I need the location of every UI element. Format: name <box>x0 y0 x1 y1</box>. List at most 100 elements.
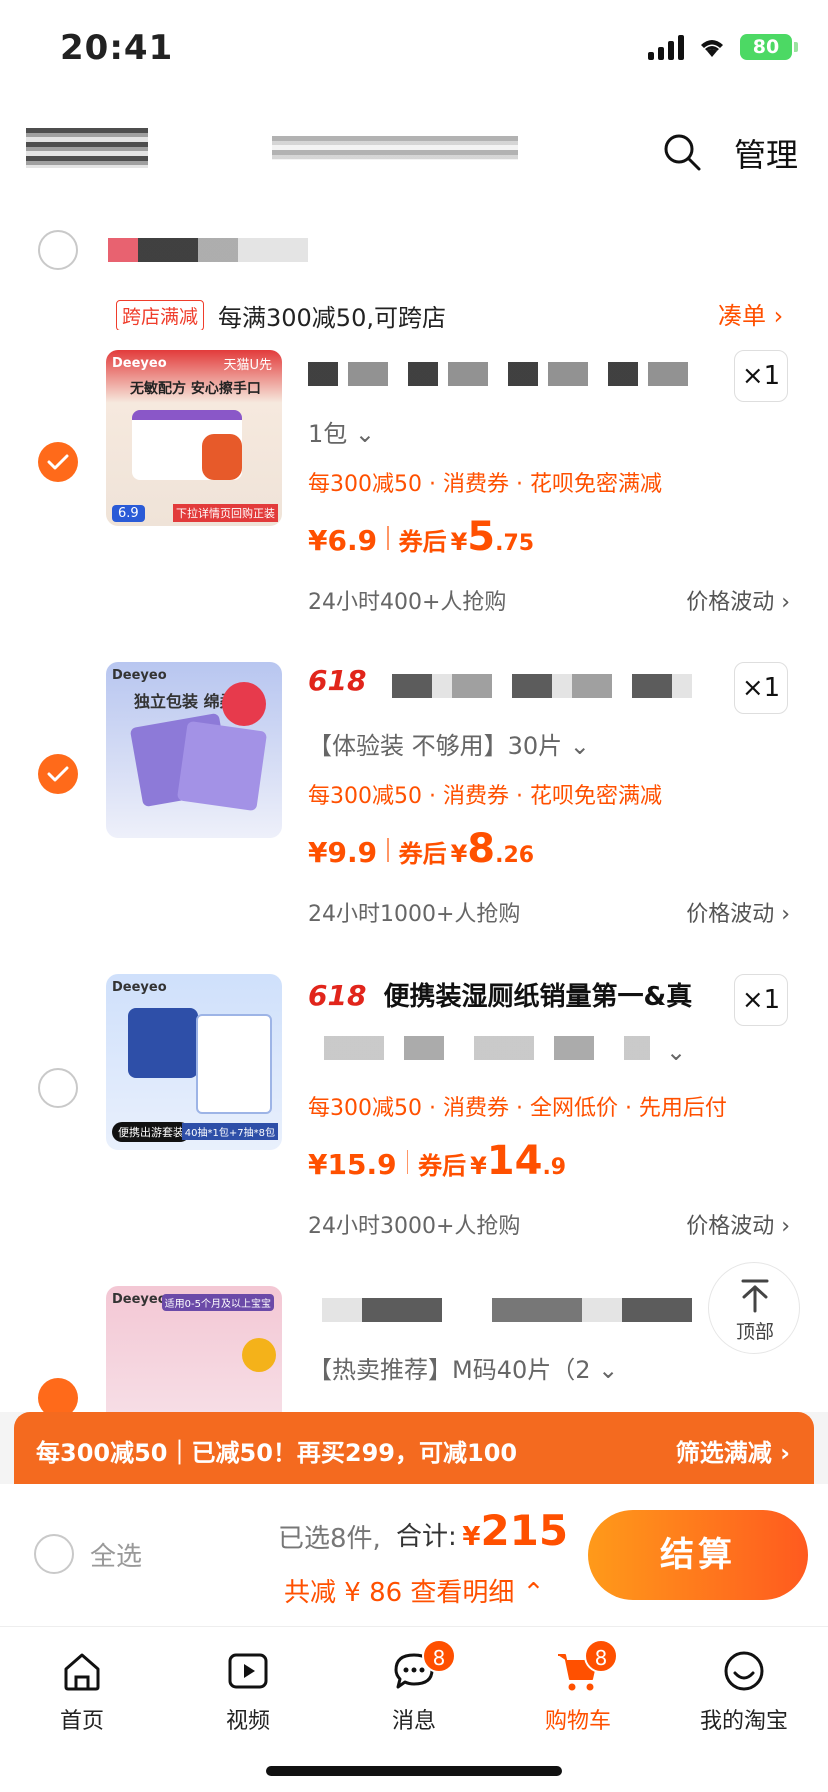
after-coupon-price-int: 14 <box>486 1138 543 1184</box>
product-image-brand: Deeyeo <box>112 1292 167 1307</box>
tab-profile[interactable]: 我的淘宝 <box>684 1639 804 1739</box>
product-title[interactable] <box>308 1288 728 1332</box>
tab-messages[interactable]: 8 消息 <box>354 1639 474 1739</box>
after-coupon-label: 券后 <box>418 1152 467 1180</box>
tab-messages-label: 消息 <box>391 1709 436 1734</box>
product-spec-redacted <box>324 1036 650 1060</box>
product-image-brand: Deeyeo <box>112 356 167 371</box>
product-spec-selector[interactable]: 1包 ⌄ <box>308 414 375 449</box>
product-title[interactable] <box>308 352 728 396</box>
total-price: 合计: ¥215 <box>396 1506 568 1555</box>
store-group-header: 跨店满减 每满300减50,可跨店 凑单 › <box>0 210 828 332</box>
tag-618: 618 <box>308 664 367 697</box>
product-pack-illustration-2 <box>196 1014 272 1114</box>
back-to-top-label: 顶部 <box>735 1321 774 1343</box>
quantity-button[interactable]: ×1 <box>734 974 788 1026</box>
total-label: 合计: <box>396 1522 457 1552</box>
header-subtitle-redacted <box>272 136 518 160</box>
item-select-checkbox[interactable] <box>38 754 78 794</box>
product-image-brand: Deeyeo <box>112 668 167 683</box>
original-price: ¥9.9 <box>308 836 378 869</box>
cart-item: Deeyeo 便携出游套装 40抽*1包+7抽*8包 618 便携装湿厕纸销量第… <box>0 954 828 1266</box>
product-price: ¥6.9 券后 ¥ 5 .75 <box>308 514 534 560</box>
manage-button[interactable]: 管理 <box>734 130 798 176</box>
product-title[interactable]: 618 <box>308 664 728 708</box>
arrow-up-icon <box>741 1279 769 1313</box>
quantity-button[interactable]: ×1 <box>734 662 788 714</box>
tab-profile-label: 我的淘宝 <box>699 1709 788 1734</box>
wifi-icon <box>701 40 723 57</box>
select-all-label[interactable]: 全选 <box>90 1536 142 1573</box>
status-time: 20:41 <box>60 28 174 68</box>
total-amount: 215 <box>480 1506 569 1555</box>
tab-cart-label: 购物车 <box>544 1709 611 1734</box>
product-title[interactable]: 618 便携装湿厕纸销量第一&真 <box>308 976 728 1020</box>
check-icon <box>47 766 69 782</box>
after-coupon-label: 券后 <box>398 528 447 556</box>
product-spec-selector[interactable]: ⌄ <box>666 1038 686 1066</box>
product-image-price: 6.9 <box>112 505 145 522</box>
back-to-top-button[interactable]: 顶部 <box>708 1262 800 1354</box>
product-image[interactable]: Deeyeo 天猫U先 无敏配方 安心擦手口 6.9 下拉详情页回购正装 <box>106 350 282 526</box>
search-icon[interactable] <box>662 132 702 172</box>
store-name-redacted <box>108 238 308 262</box>
price-divider <box>406 1150 409 1174</box>
original-price: ¥15.9 <box>308 1148 397 1181</box>
savings-detail-link[interactable]: 共减 ¥ 86 查看明细 ⌃ <box>284 1572 544 1609</box>
product-image-caption: 独立包装 绵柔 <box>134 692 236 711</box>
product-title-redacted <box>308 362 708 386</box>
filter-discount-button[interactable]: 筛选满减 › <box>676 1433 790 1468</box>
item-select-checkbox[interactable] <box>38 442 78 482</box>
checkout-bar: 全选 已选8件, 合计: ¥215 共减 ¥ 86 查看明细 ⌃ 结算 <box>0 1484 828 1626</box>
product-pack-illustration-2 <box>176 720 268 812</box>
cross-store-promo-tag: 跨店满减 <box>116 300 205 331</box>
home-icon <box>64 1653 100 1691</box>
message-badge: 8 <box>422 1639 456 1673</box>
tab-video-label: 视频 <box>225 1709 270 1734</box>
price-divider <box>387 526 389 550</box>
profile-icon <box>724 1651 764 1691</box>
chart-bars-icon <box>222 682 266 726</box>
quantity-button[interactable]: ×1 <box>734 350 788 402</box>
store-select-checkbox[interactable] <box>38 230 78 270</box>
price-trend-link[interactable]: 价格波动 › <box>686 584 790 616</box>
item-select-checkbox[interactable] <box>38 1068 78 1108</box>
original-price: ¥6.9 <box>308 524 378 557</box>
product-image-tag: 天猫U先 <box>223 358 272 373</box>
cart-item: Deeyeo 天猫U先 无敏配方 安心擦手口 6.9 下拉详情页回购正装 ×1 … <box>0 330 828 642</box>
sales-info: 24小时400+人抢购 <box>308 590 507 615</box>
after-coupon-price-int: 5 <box>467 514 496 560</box>
product-discounts: 每300减50 · 消费券 · 花呗免密满减 <box>308 472 662 497</box>
product-spec-selector[interactable]: 【热卖推荐】M码40片（2 ⌄ <box>308 1350 618 1385</box>
after-coupon-symbol: ¥ <box>470 1152 487 1180</box>
tab-cart[interactable]: 8 购物车 <box>518 1639 638 1739</box>
price-trend-link[interactable]: 价格波动 › <box>686 1208 790 1240</box>
price-divider <box>387 838 389 862</box>
product-image[interactable]: Deeyeo 独立包装 绵柔 <box>106 662 282 838</box>
price-trend-link[interactable]: 价格波动 › <box>686 896 790 928</box>
after-coupon-label: 券后 <box>398 840 447 868</box>
checkout-button[interactable]: 结算 <box>588 1510 808 1600</box>
tab-video[interactable]: 视频 <box>188 1639 308 1739</box>
selected-count: 已选8件, <box>278 1524 381 1554</box>
status-icons: 80 <box>648 34 798 60</box>
product-price: ¥15.9 券后 ¥ 14 .9 <box>308 1138 566 1184</box>
product-image[interactable]: Deeyeo 便携出游套装 40抽*1包+7抽*8包 <box>106 974 282 1150</box>
product-image[interactable]: Deeyeo 适用0-5个月及以上宝宝 <box>106 1286 282 1412</box>
product-image-footer-2: 40抽*1包+7抽*8包 <box>181 1123 278 1140</box>
coudan-link[interactable]: 凑单 › <box>718 296 783 331</box>
item-select-checkbox[interactable] <box>38 1378 78 1412</box>
product-discounts: 每300减50 · 消费券 · 全网低价 · 先用后付 <box>308 1096 727 1121</box>
check-icon <box>47 454 69 470</box>
cart-item: Deeyeo 适用0-5个月及以上宝宝 【热卖推荐】M码40片（2 ⌄ <box>0 1266 828 1412</box>
cart-badge: 8 <box>584 1639 618 1673</box>
product-image-caption: 适用0-5个月及以上宝宝 <box>161 1294 274 1311</box>
product-spec-selector[interactable]: 【体验装 不够用】30片 ⌄ <box>308 726 590 761</box>
product-image-brand: Deeyeo <box>112 980 167 995</box>
product-image-footer: 便携出游套装 <box>112 1122 190 1142</box>
tab-home[interactable]: 首页 <box>22 1639 142 1739</box>
home-indicator <box>266 1766 562 1776</box>
select-all-checkbox[interactable] <box>34 1534 74 1574</box>
discount-summary-bar: 每300减50｜已减50！再买299，可减100 筛选满减 › <box>14 1412 814 1484</box>
product-title-text: 便携装湿厕纸销量第一&真 <box>383 982 693 1012</box>
